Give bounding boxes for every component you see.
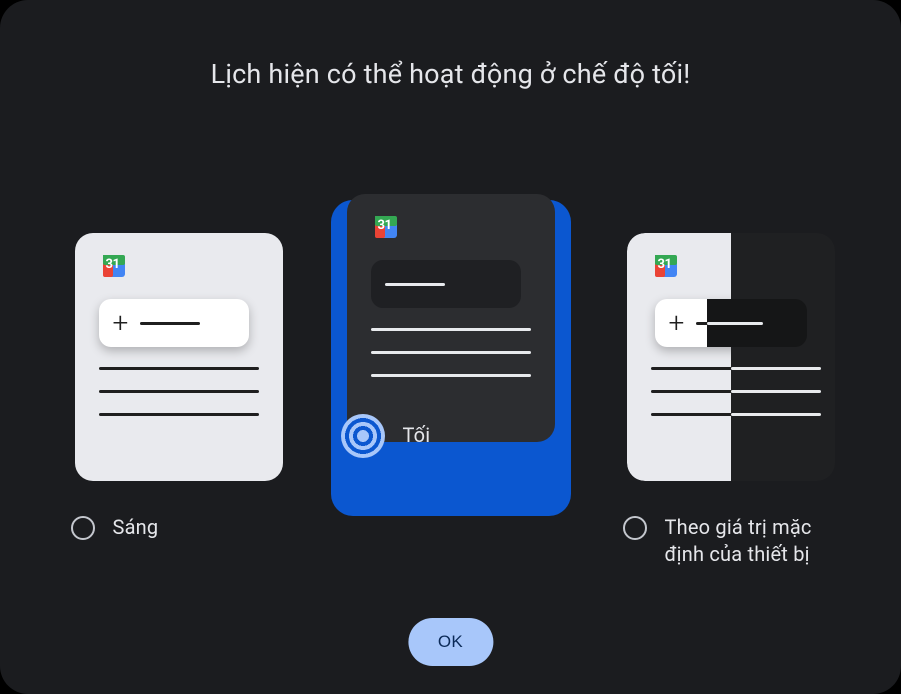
- preview-add-button: [707, 299, 807, 347]
- preview-lines: [371, 328, 531, 377]
- theme-preview-system: 31 +: [617, 222, 845, 492]
- calendar-icon: 31: [375, 216, 403, 244]
- preview-lines: [651, 367, 731, 416]
- preview-lines: [731, 367, 811, 416]
- option-row-system[interactable]: Theo giá trị mặc định của thiết bị: [617, 514, 837, 568]
- option-label: Sáng: [113, 514, 159, 541]
- preview-placeholder-line: [385, 283, 445, 286]
- theme-option-system[interactable]: 31 +: [617, 222, 837, 568]
- preview-card: 31 +: [627, 233, 835, 481]
- theme-option-dark[interactable]: 31 + Tối: [331, 222, 571, 568]
- theme-option-light[interactable]: 31 + Sáng: [65, 222, 285, 568]
- radio-icon[interactable]: [71, 516, 95, 540]
- calendar-day-number: 31: [378, 218, 392, 233]
- calendar-icon: 31: [103, 255, 131, 283]
- radio-icon[interactable]: [623, 516, 647, 540]
- calendar-day-number: 31: [658, 257, 672, 272]
- preview-card: 31 +: [347, 194, 555, 442]
- theme-preview-dark: 31 +: [331, 200, 571, 516]
- theme-preview-light: 31 +: [65, 222, 293, 492]
- ok-button[interactable]: OK: [408, 618, 493, 666]
- preview-half-light: 31 +: [627, 233, 731, 481]
- calendar-day-number: 31: [106, 257, 120, 272]
- dialog-title: Lịch hiện có thể hoạt động ở chế độ tối!: [0, 58, 901, 90]
- option-row-light[interactable]: Sáng: [65, 514, 285, 558]
- preview-placeholder-line: [140, 322, 200, 325]
- theme-selection-dialog: Lịch hiện có thể hoạt động ở chế độ tối!…: [0, 0, 901, 694]
- preview-card: 31 +: [75, 233, 283, 481]
- preview-half-dark: [731, 233, 835, 481]
- preview-add-button: +: [99, 299, 249, 347]
- plus-icon: +: [669, 309, 685, 337]
- plus-icon: +: [113, 309, 129, 337]
- preview-placeholder-line: [707, 322, 763, 325]
- theme-options: 31 + Sáng: [0, 222, 901, 568]
- preview-lines: [99, 367, 259, 416]
- option-label: Theo giá trị mặc định của thiết bị: [665, 514, 837, 568]
- preview-add-button: +: [371, 260, 521, 308]
- radio-selected-icon[interactable]: [341, 414, 385, 458]
- option-label: Tối: [403, 422, 431, 449]
- calendar-icon: 31: [655, 255, 683, 283]
- option-row-dark[interactable]: Tối: [331, 422, 571, 466]
